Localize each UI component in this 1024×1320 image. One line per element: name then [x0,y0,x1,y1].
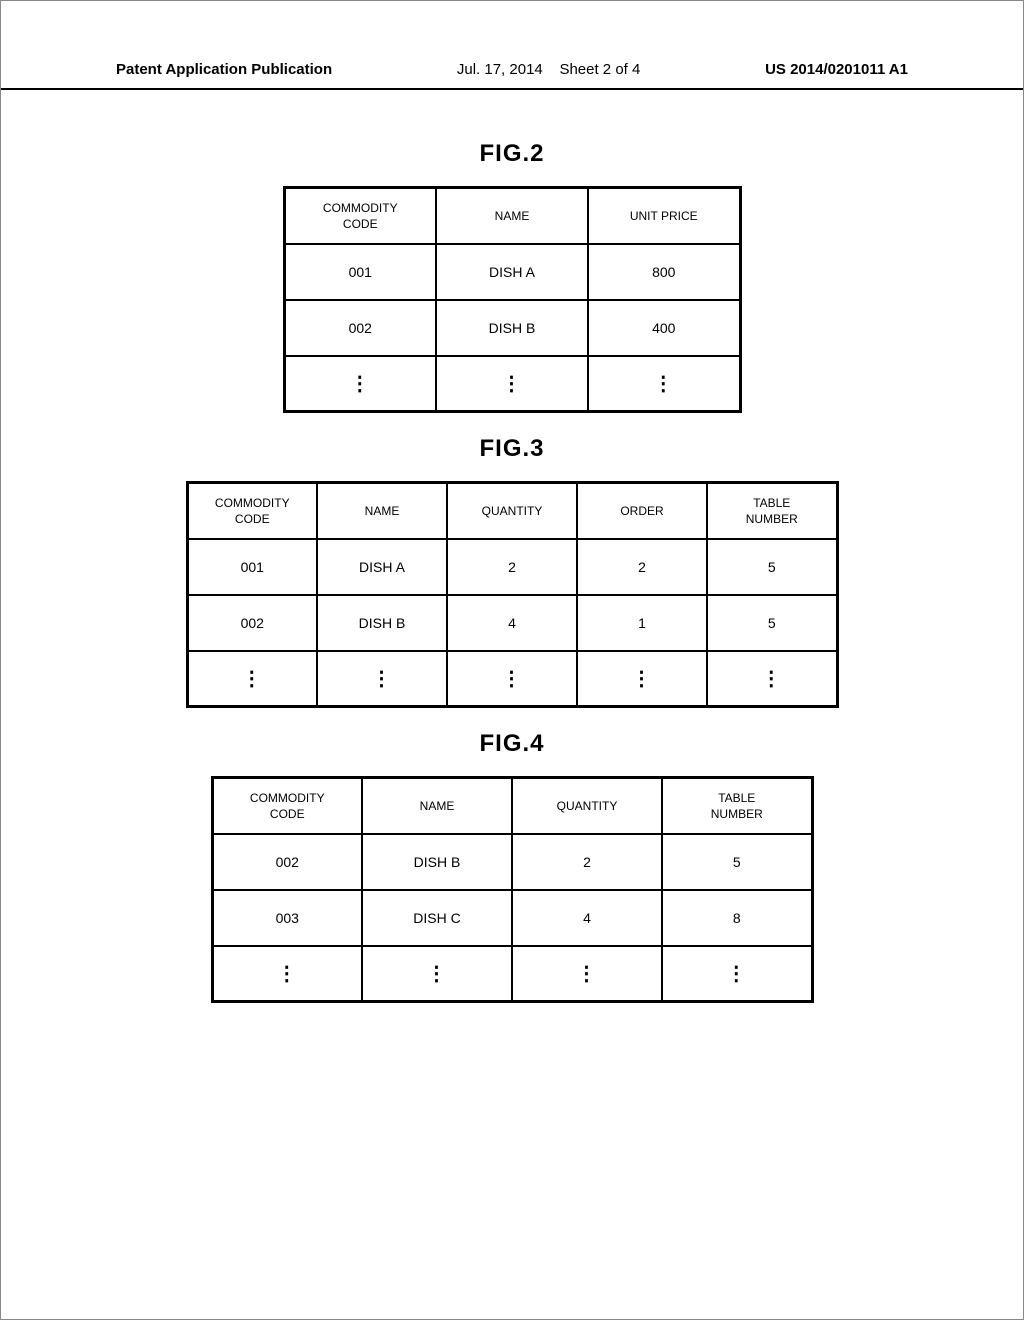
fig3-h1: NAME [317,483,447,539]
cell: 800 [588,244,740,300]
fig2-label: FIG.2 [1,140,1023,168]
vdots-icon: ⋮ [662,946,812,1002]
fig4-h2: QUANTITY [512,778,662,834]
header-sheet: Sheet 2 of 4 [559,61,640,78]
fig2-h0: COMMODITYCODE [284,188,436,244]
fig2-h2: UNIT PRICE [588,188,740,244]
cell: 2 [447,539,577,595]
fig3-h0: COMMODITYCODE [187,483,317,539]
cell: 002 [284,300,436,356]
fig3-label: FIG.3 [1,435,1023,463]
cell: 002 [212,834,362,890]
cell: DISH A [436,244,588,300]
table-row: ⋮ ⋮ ⋮ ⋮ ⋮ [187,651,837,707]
vdots-icon: ⋮ [512,946,662,1002]
fig3-table: COMMODITYCODE NAME QUANTITY ORDER TABLEN… [186,481,839,708]
vdots-icon: ⋮ [212,946,362,1002]
fig2-table-wrap: COMMODITYCODE NAME UNIT PRICE 001 DISH A… [1,186,1023,413]
cell: DISH C [362,890,512,946]
fig3-header-row: COMMODITYCODE NAME QUANTITY ORDER TABLEN… [187,483,837,539]
cell: 001 [284,244,436,300]
vdots-icon: ⋮ [284,356,436,412]
vdots-icon: ⋮ [317,651,447,707]
cell: 2 [577,539,707,595]
fig2-table: COMMODITYCODE NAME UNIT PRICE 001 DISH A… [283,186,742,413]
vdots-icon: ⋮ [436,356,588,412]
fig4-h0: COMMODITYCODE [212,778,362,834]
cell: 4 [447,595,577,651]
table-row: 002 DISH B 400 [284,300,740,356]
cell: 4 [512,890,662,946]
table-row: ⋮ ⋮ ⋮ ⋮ [212,946,812,1002]
table-row: 001 DISH A 800 [284,244,740,300]
table-row: ⋮ ⋮ ⋮ [284,356,740,412]
cell: 2 [512,834,662,890]
header-center: Jul. 17, 2014 Sheet 2 of 4 [457,61,640,78]
cell: 5 [707,539,837,595]
cell: DISH B [436,300,588,356]
cell: 5 [707,595,837,651]
page: Patent Application Publication Jul. 17, … [0,0,1024,1320]
cell: DISH A [317,539,447,595]
cell: 5 [662,834,812,890]
cell: DISH B [317,595,447,651]
fig3-h3: ORDER [577,483,707,539]
cell: 8 [662,890,812,946]
vdots-icon: ⋮ [187,651,317,707]
page-header: Patent Application Publication Jul. 17, … [1,61,1023,90]
cell: DISH B [362,834,512,890]
fig3-h2: QUANTITY [447,483,577,539]
cell: 1 [577,595,707,651]
vdots-icon: ⋮ [447,651,577,707]
vdots-icon: ⋮ [588,356,740,412]
cell: 003 [212,890,362,946]
vdots-icon: ⋮ [707,651,837,707]
fig4-header-row: COMMODITYCODE NAME QUANTITY TABLENUMBER [212,778,812,834]
table-row: 002 DISH B 2 5 [212,834,812,890]
table-row: 003 DISH C 4 8 [212,890,812,946]
fig2-h1: NAME [436,188,588,244]
vdots-icon: ⋮ [577,651,707,707]
fig4-label: FIG.4 [1,730,1023,758]
vdots-icon: ⋮ [362,946,512,1002]
fig3-table-wrap: COMMODITYCODE NAME QUANTITY ORDER TABLEN… [1,481,1023,708]
cell: 002 [187,595,317,651]
fig4-table-wrap: COMMODITYCODE NAME QUANTITY TABLENUMBER … [1,776,1023,1003]
header-date: Jul. 17, 2014 [457,61,543,78]
fig4-h1: NAME [362,778,512,834]
table-row: 002 DISH B 4 1 5 [187,595,837,651]
header-left: Patent Application Publication [116,61,332,78]
fig2-header-row: COMMODITYCODE NAME UNIT PRICE [284,188,740,244]
table-row: 001 DISH A 2 2 5 [187,539,837,595]
fig4-h3: TABLENUMBER [662,778,812,834]
header-pubno: US 2014/0201011 A1 [765,61,908,78]
fig4-table: COMMODITYCODE NAME QUANTITY TABLENUMBER … [211,776,814,1003]
fig3-h4: TABLENUMBER [707,483,837,539]
cell: 001 [187,539,317,595]
cell: 400 [588,300,740,356]
